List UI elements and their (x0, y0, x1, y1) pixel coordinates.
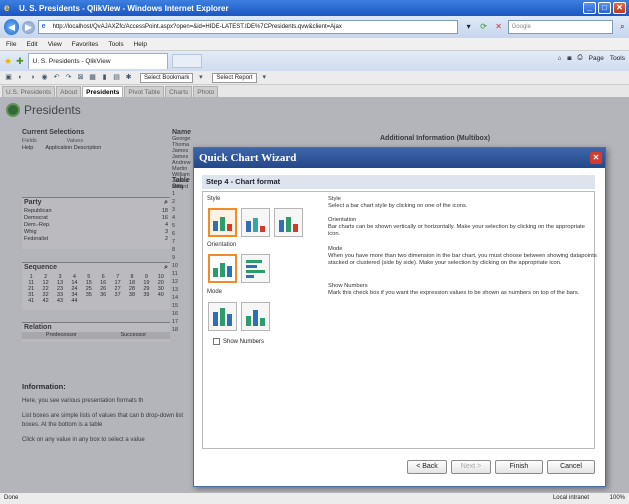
print-icon[interactable]: ⎙ (577, 54, 582, 62)
menu-file[interactable]: File (6, 41, 16, 48)
menu-help[interactable]: Help (134, 41, 147, 48)
menu-edit[interactable]: Edit (26, 41, 37, 48)
clear-icon[interactable]: ⊠ (76, 73, 85, 82)
wizard-step-title: Step 4 - Chart format (202, 175, 595, 189)
chart-icon[interactable]: ▮ (100, 73, 109, 82)
wizard-title: Quick Chart Wizard (199, 152, 297, 164)
back-arrow-icon[interactable]: ◀ (4, 19, 20, 35)
report-icon[interactable]: ▤ (112, 73, 121, 82)
forward-icon[interactable]: ◑ (28, 73, 37, 82)
style-label: Style (207, 196, 221, 202)
mode-clustered-icon[interactable] (241, 302, 270, 331)
next-button[interactable]: Next > (451, 460, 491, 474)
new-tab-button[interactable] (171, 54, 202, 68)
menu-view[interactable]: View (48, 41, 62, 48)
style-3d-bar-icon[interactable] (274, 208, 303, 237)
menu-favorites[interactable]: Favorites (72, 41, 99, 48)
browser-tab[interactable]: U. S. Presidents - QlikView (27, 53, 168, 69)
window-titlebar: e U. S. Presidents - QlikView - Windows … (0, 0, 629, 16)
wizard-buttons: < Back Next > Finish Cancel (407, 460, 595, 474)
tab-presidents[interactable]: Presidents (82, 86, 124, 97)
security-zone: Local intranet (552, 495, 589, 501)
mode-description: Mode When you have more than two dimensi… (328, 246, 597, 266)
ie-logo-icon: e (4, 2, 10, 14)
address-bar: ◀ ▶ http://localhost/QvAJAXZfc/AccessPoi… (0, 16, 629, 38)
orientation-horizontal-icon[interactable] (241, 254, 270, 283)
search-icon[interactable]: ⌕ (616, 20, 629, 34)
table-icon[interactable]: ▦ (88, 73, 97, 82)
qv-menu-icon[interactable]: ▣ (4, 73, 13, 82)
url-input[interactable]: http://localhost/QvAJAXZfc/AccessPoint.a… (37, 20, 458, 34)
sheet-tabs: U.S. Presidents About Presidents Pivot T… (0, 85, 629, 97)
orientation-description: Orientation Bar charts can be shown vert… (328, 217, 586, 237)
redo-icon[interactable]: ↷ (64, 73, 73, 82)
search-input[interactable]: Google (507, 20, 613, 34)
tools-menu[interactable]: Tools (610, 55, 625, 62)
menu-bar: File Edit View Favorites Tools Help (0, 38, 629, 51)
wizard-titlebar: Quick Chart Wizard ✕ (194, 148, 605, 168)
chevron-down-icon[interactable]: ▾ (260, 73, 269, 82)
orientation-vertical-icon[interactable] (208, 254, 237, 283)
menu-tools[interactable]: Tools (108, 41, 123, 48)
forward-arrow-icon[interactable]: ▶ (22, 20, 35, 34)
chevron-down-icon[interactable]: ▾ (196, 73, 205, 82)
undo-icon[interactable]: ↶ (52, 73, 61, 82)
add-favorite-icon[interactable]: ✚ (16, 56, 24, 67)
window-controls: _ □ ✕ (583, 2, 626, 14)
stop-icon[interactable]: ✕ (493, 21, 505, 33)
style-description: Style Select a bar chart style by clicki… (328, 196, 468, 209)
lock-icon[interactable]: ◉ (40, 73, 49, 82)
finish-button[interactable]: Finish (495, 460, 543, 474)
close-icon[interactable]: ✕ (613, 2, 626, 14)
window-title: U. S. Presidents - QlikView - Windows In… (19, 3, 229, 13)
cancel-button[interactable]: Cancel (547, 460, 595, 474)
close-icon[interactable]: ✕ (590, 152, 602, 164)
minimize-icon[interactable]: _ (583, 2, 596, 14)
orientation-label: Orientation (207, 242, 237, 248)
tab-about[interactable]: About (56, 86, 82, 97)
show-numbers-description: Show Numbers Mark this check box if you … (328, 283, 580, 296)
favorites-star-icon[interactable]: ★ (4, 56, 12, 67)
report-select[interactable]: Select Report (212, 72, 257, 83)
back-icon[interactable]: ◐ (16, 73, 25, 82)
tab-photo[interactable]: Photo (193, 86, 219, 97)
mode-stacked-icon[interactable] (208, 302, 237, 331)
status-text: Done (4, 495, 19, 501)
feeds-icon[interactable]: ◙ (567, 55, 571, 62)
tab-us-presidents[interactable]: U.S. Presidents (2, 86, 56, 97)
bookmark-select[interactable]: Select Bookmark (140, 72, 194, 83)
refresh-icon[interactable]: ⟳ (478, 21, 490, 33)
show-numbers-checkbox[interactable]: Show Numbers (213, 338, 264, 345)
quick-chart-wizard: Quick Chart Wizard ✕ Step 4 - Chart form… (193, 147, 606, 487)
mode-label: Mode (207, 289, 223, 295)
style-basic-bar-icon[interactable] (208, 208, 237, 237)
zoom-level[interactable]: 100% (610, 493, 625, 504)
back-button[interactable]: < Back (407, 460, 447, 474)
browser-tabbar: ★ ✚ U. S. Presidents - QlikView ⌂ ◙ ⎙ Pa… (0, 51, 629, 71)
page-menu[interactable]: Page (589, 55, 604, 62)
tab-pivot-table[interactable]: Pivot Table (124, 86, 165, 97)
tab-charts[interactable]: Charts (165, 86, 193, 97)
bookmark-icon[interactable]: ✱ (124, 73, 133, 82)
dropdown-icon[interactable]: ▾ (463, 21, 475, 33)
home-icon[interactable]: ⌂ (558, 55, 562, 62)
checkbox-icon[interactable] (213, 338, 220, 345)
style-shaded-bar-icon[interactable] (241, 208, 270, 237)
maximize-icon[interactable]: □ (598, 2, 611, 14)
status-bar: Done Local intranet 100% (0, 492, 629, 504)
qlikview-toolbar: ▣ ◐ ◑ ◉ ↶ ↷ ⊠ ▦ ▮ ▤ ✱ Select Bookmark ▾ … (0, 71, 629, 85)
wizard-body: Style Orientation Mode Show Numbers Styl… (202, 191, 597, 449)
